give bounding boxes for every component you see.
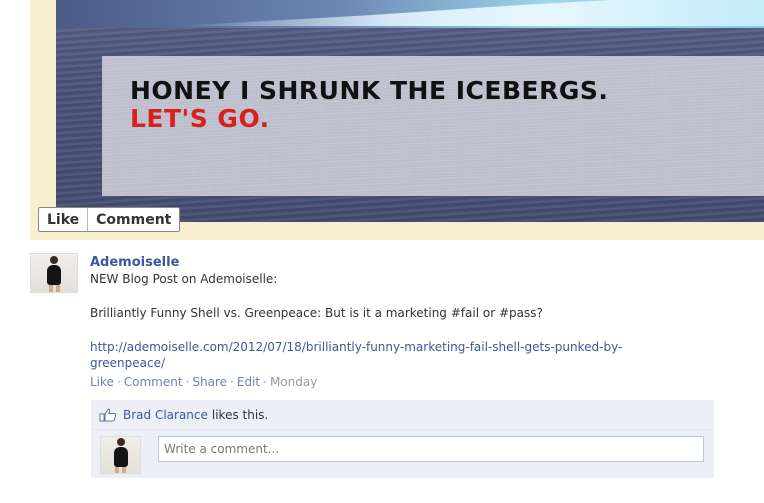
post-author[interactable]: Ademoiselle <box>90 255 730 271</box>
shared-photo[interactable]: HONEY I SHRUNK THE ICEBERGS. LET'S GO. <box>56 0 764 222</box>
post-timestamp[interactable]: Monday <box>270 375 317 389</box>
commenter-avatar[interactable] <box>100 436 141 474</box>
post-share-link[interactable]: Share <box>192 375 227 389</box>
photo-actions: Like Comment <box>38 207 181 232</box>
commenter-avatar-figure <box>113 438 128 473</box>
photo-headline-1: HONEY I SHRUNK THE ICEBERGS. <box>130 76 609 105</box>
photo-comment-button[interactable]: Comment <box>87 208 179 231</box>
thumbs-up-icon <box>99 408 117 422</box>
likes-text: likes this. <box>211 407 269 422</box>
post-body: Ademoiselle NEW Blog Post on Ademoiselle… <box>90 255 730 390</box>
feedback-box: Brad Clarance likes this. Write a commen… <box>91 400 714 478</box>
post-link[interactable]: http://ademoiselle.com/2012/07/18/brilli… <box>90 339 690 371</box>
likes-row: Brad Clarance likes this. <box>91 400 714 430</box>
post-meta: Like · Comment · Share · Edit · Monday <box>90 375 318 389</box>
post-text-line-1: NEW Blog Post on Ademoiselle: <box>90 272 278 286</box>
photo-banner: HONEY I SHRUNK THE ICEBERGS. LET'S GO. <box>102 56 764 196</box>
post-text-line-2: Brilliantly Funny Shell vs. Greenpeace: … <box>90 306 543 320</box>
author-avatar[interactable] <box>30 253 78 293</box>
liker-name-link[interactable]: Brad Clarance <box>123 408 208 422</box>
post-comment-link[interactable]: Comment <box>124 375 183 389</box>
comment-input[interactable]: Write a comment... <box>158 436 704 462</box>
photo-headline-2: LET'S GO. <box>130 104 270 133</box>
post-like-link[interactable]: Like <box>90 375 114 389</box>
post-edit-link[interactable]: Edit <box>237 375 260 389</box>
comment-row: Write a comment... <box>91 431 714 478</box>
photo-frame: HONEY I SHRUNK THE ICEBERGS. LET'S GO. <box>30 0 764 240</box>
avatar-figure <box>47 256 61 292</box>
photo-like-button[interactable]: Like <box>39 208 87 231</box>
